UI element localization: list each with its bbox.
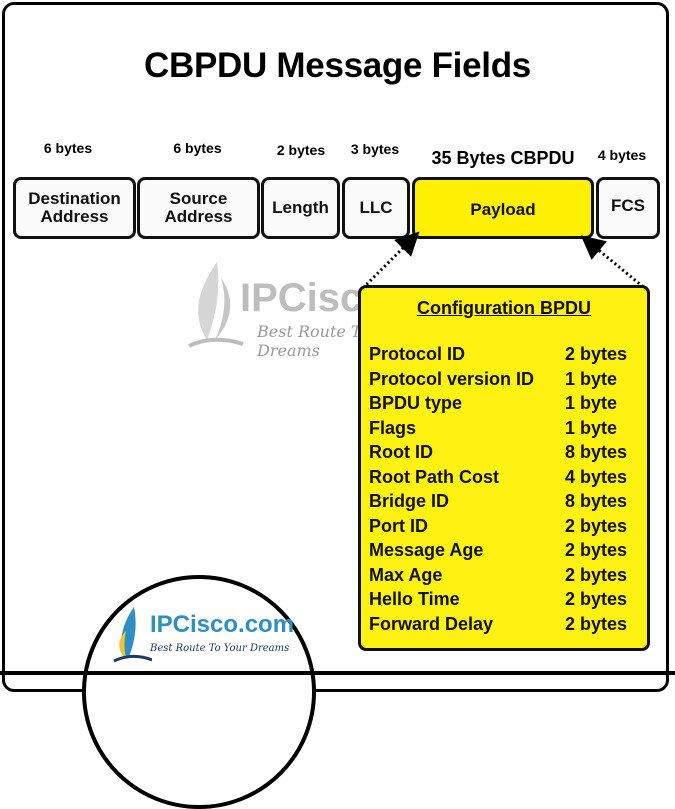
config-field-size: 8 bytes bbox=[565, 491, 628, 511]
config-field-name: Message Age bbox=[369, 540, 484, 560]
config-row: Forward Delay 2 bytes bbox=[369, 614, 644, 638]
configuration-bpdu-box: Configuration BPDU Protocol ID 2 bytes Pro… bbox=[358, 285, 650, 651]
config-field-size: 2 bytes bbox=[565, 589, 628, 609]
arrow-right bbox=[580, 235, 648, 292]
config-field-size: 2 bytes bbox=[565, 540, 628, 560]
config-field-name: Flags bbox=[369, 417, 417, 438]
config-field-size: 1 byte bbox=[565, 417, 618, 438]
config-row: Protocol version ID 1 byte bbox=[369, 369, 644, 393]
config-row: Protocol ID 2 bytes bbox=[369, 344, 644, 368]
config-field-size: 2 bytes bbox=[565, 515, 628, 536]
config-field-name: Bridge ID bbox=[369, 491, 450, 511]
config-field-name: Forward Delay bbox=[369, 613, 494, 634]
config-field-size: 8 bytes bbox=[565, 442, 628, 462]
config-field-size: 2 bytes bbox=[565, 344, 628, 364]
config-row: Root Path Cost 4 bytes bbox=[369, 467, 644, 491]
config-row: Port ID 2 bytes bbox=[369, 516, 644, 540]
config-row: Flags 1 byte bbox=[369, 418, 644, 442]
config-field-name: Hello Time bbox=[369, 589, 460, 609]
bottom-border bbox=[0, 671, 675, 675]
config-field-name: Port ID bbox=[369, 515, 429, 536]
config-row: Bridge ID 8 bytes bbox=[369, 491, 644, 515]
config-field-name: Max Age bbox=[369, 564, 443, 585]
config-field-name: Protocol ID bbox=[369, 344, 466, 364]
ipcisco-logo: IPCisco.com Best Route To Your Dreams bbox=[110, 605, 300, 665]
config-field-size: 2 bytes bbox=[565, 613, 628, 634]
config-field-size: 1 byte bbox=[565, 368, 618, 389]
config-row: Message Age 2 bytes bbox=[369, 540, 644, 564]
config-field-name: Root Path Cost bbox=[369, 466, 499, 487]
config-field-size: 2 bytes bbox=[565, 564, 628, 585]
config-row: BPDU type 1 byte bbox=[369, 393, 644, 417]
config-field-name: Protocol version ID bbox=[369, 368, 535, 389]
config-field-name: Root ID bbox=[369, 442, 433, 462]
config-row: Max Age 2 bytes bbox=[369, 565, 644, 589]
config-row: Hello Time 2 bytes bbox=[369, 589, 644, 613]
config-field-size: 4 bytes bbox=[565, 466, 628, 487]
config-bpdu-title: Configuration BPDU bbox=[417, 298, 591, 318]
logo-text: IPCisco.com bbox=[150, 611, 295, 638]
config-row: Root ID 8 bytes bbox=[369, 442, 644, 466]
logo-tagline: Best Route To Your Dreams bbox=[150, 643, 290, 654]
sail-logo-icon bbox=[113, 607, 152, 663]
arrow-left bbox=[361, 231, 420, 290]
config-field-name: BPDU type bbox=[369, 393, 463, 413]
config-field-size: 1 byte bbox=[565, 393, 618, 413]
